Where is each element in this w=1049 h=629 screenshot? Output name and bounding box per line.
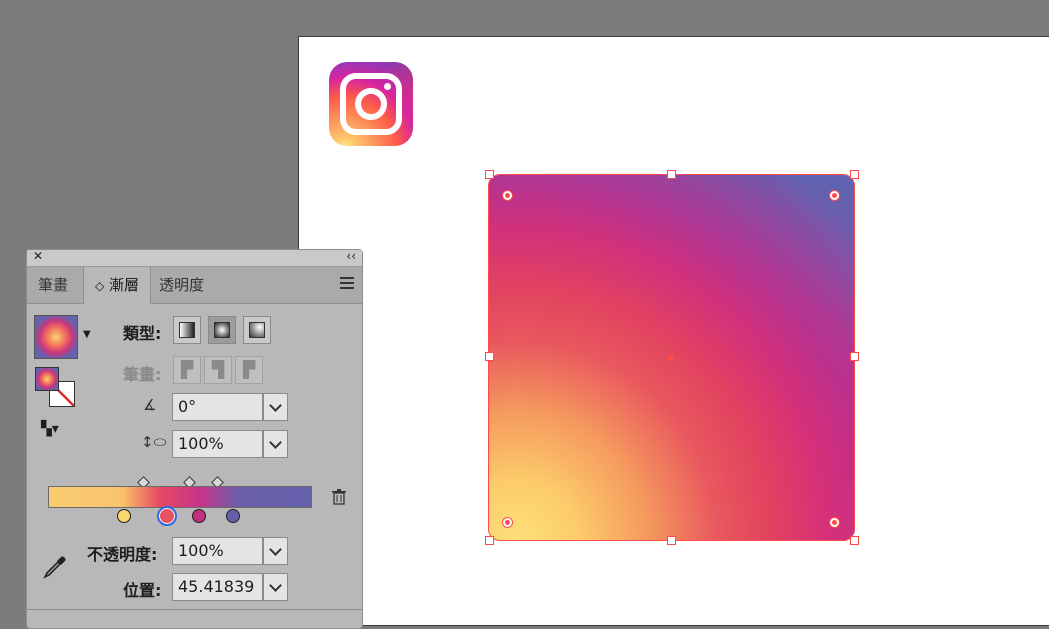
location-dropdown[interactable] [263,573,288,601]
panel-tabs: 筆畫 ◇ 漸層 透明度 [27,267,362,304]
color-stop-selected[interactable] [157,506,177,526]
gradient-slider[interactable] [48,486,312,508]
eyedropper-icon[interactable] [41,553,69,581]
fill-swatch[interactable] [35,367,59,391]
location-label: 位置: [123,581,162,600]
resize-handle-left[interactable] [485,352,494,361]
type-label: 類型: [123,324,162,343]
stroke-within-icon: ▛ [180,360,194,379]
camera-lens-icon [355,88,387,120]
collapse-icon[interactable]: ‹‹ [346,249,356,263]
stroke-along-icon: ▜ [211,360,225,379]
tab-transparency[interactable]: 透明度 [148,267,215,303]
aspect-ratio-input[interactable]: 100% [172,430,263,458]
corner-radius-widget[interactable] [829,190,840,201]
camera-flash-icon [384,83,391,90]
aspect-ratio-dropdown[interactable] [263,430,288,458]
opacity-input[interactable]: 100% [172,537,263,565]
stroke-label: 筆畫: [123,365,162,384]
resize-handle-top-left[interactable] [485,170,494,179]
angle-input[interactable]: 0° [172,393,263,421]
resize-handle-bottom[interactable] [667,536,676,545]
close-icon[interactable]: ✕ [33,249,43,263]
opacity-label: 不透明度: [87,545,158,564]
resize-handle-bottom-right[interactable] [850,536,859,545]
freeform-gradient-button[interactable] [243,316,271,344]
stroke-within-button: ▛ [173,356,201,384]
location-input[interactable]: 45.41839 [172,573,263,601]
gradient-panel: ✕ ‹‹ 筆畫 ◇ 漸層 透明度 ▼ ▚▾ 類型: 筆畫: ▛ ▜ ▛ ∡ 0°… [26,249,363,629]
corner-radius-widget[interactable] [829,517,840,528]
tab-transparency-label: 透明度 [159,276,205,294]
panel-resize-grip[interactable] [27,609,362,616]
aspect-ratio-icon: ↕⬭ [141,433,167,451]
tab-gradient-label: 漸層 [109,276,140,294]
color-stop[interactable] [226,509,240,523]
freeform-gradient-icon [249,322,265,338]
resize-handle-top[interactable] [667,170,676,179]
stroke-along-button: ▜ [204,356,232,384]
center-point [668,355,674,361]
stroke-across-icon: ▛ [242,360,256,379]
radial-gradient-button[interactable] [208,316,236,344]
tab-stroke-label: 筆畫 [38,276,69,294]
swap-fill-stroke-icon[interactable]: ▚▾ [41,421,59,437]
delete-stop-icon[interactable] [332,489,346,505]
tab-stroke[interactable]: 筆畫 [27,267,79,303]
resize-handle-right[interactable] [850,352,859,361]
panel-titlebar[interactable]: ✕ ‹‹ [27,249,362,267]
angle-icon: ∡ [143,396,157,414]
resize-handle-bottom-left[interactable] [485,536,494,545]
linear-gradient-icon [179,322,195,338]
resize-handle-top-right[interactable] [850,170,859,179]
tab-gradient[interactable]: ◇ 漸層 [83,267,152,304]
instagram-icon[interactable] [329,62,413,146]
color-stop[interactable] [117,509,131,523]
stroke-across-button: ▛ [235,356,263,384]
gradient-swatch[interactable] [34,315,78,359]
corner-radius-widget[interactable] [502,190,513,201]
tab-options-icon: ◇ [95,279,105,293]
chevron-down-icon[interactable]: ▼ [83,329,91,340]
corner-radius-widget[interactable] [502,517,513,528]
linear-gradient-button[interactable] [173,316,201,344]
angle-dropdown[interactable] [263,393,288,421]
panel-menu-icon[interactable] [340,277,354,289]
radial-gradient-icon [214,322,230,338]
opacity-dropdown[interactable] [263,537,288,565]
color-stop[interactable] [192,509,206,523]
